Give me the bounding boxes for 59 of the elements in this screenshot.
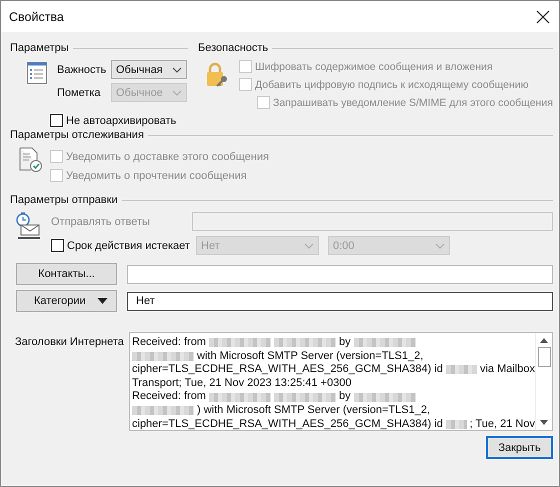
field-label: Заголовки Интернета <box>15 335 123 348</box>
checkbox-label: Срок действия истекает <box>67 240 190 252</box>
scroll-thumb[interactable] <box>538 347 550 367</box>
redacted-block <box>446 365 477 374</box>
header-text: via Mailbox <box>480 363 535 377</box>
redacted-block <box>274 392 336 402</box>
field-label: Пометка <box>57 86 102 98</box>
close-icon[interactable] <box>536 10 550 24</box>
timer-envelope-icon <box>15 212 43 240</box>
categories-button[interactable]: Категории <box>16 290 117 312</box>
checkbox-label: Уведомить о доставке этого сообщения <box>66 150 269 162</box>
redacted-block <box>208 338 271 348</box>
field-label: Важность <box>57 64 107 76</box>
chevron-down-icon <box>172 66 182 72</box>
header-text: by <box>338 390 351 404</box>
section-title: Безопасность <box>198 42 268 54</box>
header-text: cipher=TLS_ECDHE_RSA_WITH_AES_256_GCM_SHA384) id <box>132 363 443 377</box>
window-title: Свойства <box>9 10 64 24</box>
checkbox-label: Не автоархивировать <box>66 114 176 126</box>
importance-dropdown[interactable]: Обычная <box>111 60 187 79</box>
checkbox[interactable] <box>50 114 63 127</box>
redacted-block <box>132 352 194 361</box>
header-text: by <box>338 336 351 350</box>
header-text: Transport; Tue, 21 Nov 2023 13:25:41 +0300 <box>132 376 352 390</box>
scrollbar[interactable] <box>535 333 552 430</box>
contacts-field[interactable] <box>127 264 553 284</box>
headers-text-area[interactable] <box>129 332 553 431</box>
checkbox-label: Шифровать содержимое сообщения и вложения <box>255 60 493 72</box>
header-text: ) with Microsoft SMTP Server (version=TLS1_2, <box>197 404 430 418</box>
header-text: cipher=TLS_ECDHE_RSA_WITH_AES_256_GCM_SHA384) id <box>132 418 443 430</box>
section-title: Параметры отслеживания <box>10 129 144 141</box>
redacted-block <box>354 392 416 402</box>
redacted-block <box>208 392 271 402</box>
document-check-icon <box>18 147 44 173</box>
redacted-block <box>274 338 336 348</box>
section-title: Параметры отправки <box>10 194 118 206</box>
scroll-up-icon[interactable] <box>540 338 548 343</box>
header-text: with Microsoft SMTP Server (version=TLS1_2, <box>197 350 424 364</box>
chevron-down-icon <box>304 242 314 248</box>
list-icon <box>27 62 47 84</box>
redacted-block <box>132 406 194 416</box>
redacted-block <box>446 420 467 429</box>
header-text: Received: from <box>132 390 206 404</box>
caret-icon <box>97 298 108 304</box>
close-button[interactable]: Закрыть <box>486 436 553 459</box>
chevron-down-icon <box>435 242 445 248</box>
section-title: Параметры <box>10 42 69 54</box>
categories-field[interactable]: Нет <box>127 292 553 310</box>
header-text: Received: from <box>132 336 206 350</box>
checkbox-label: Добавить цифровую подпись к исходящему сообщению <box>255 78 529 90</box>
contacts-button[interactable]: Контакты... <box>16 263 117 285</box>
checkbox[interactable] <box>51 239 64 252</box>
redacted-block <box>354 338 416 348</box>
scroll-down-icon[interactable] <box>540 420 548 425</box>
header-text: ; Tue, 21 Nov <box>470 418 535 430</box>
field-label: Отправлять ответы <box>51 216 151 228</box>
checkbox-label: Уведомить о прочтении сообщения <box>66 170 247 182</box>
chevron-down-icon <box>172 90 182 96</box>
checkbox-label: Запрашивать уведомление S/MIME для этого сообщения <box>273 96 553 108</box>
